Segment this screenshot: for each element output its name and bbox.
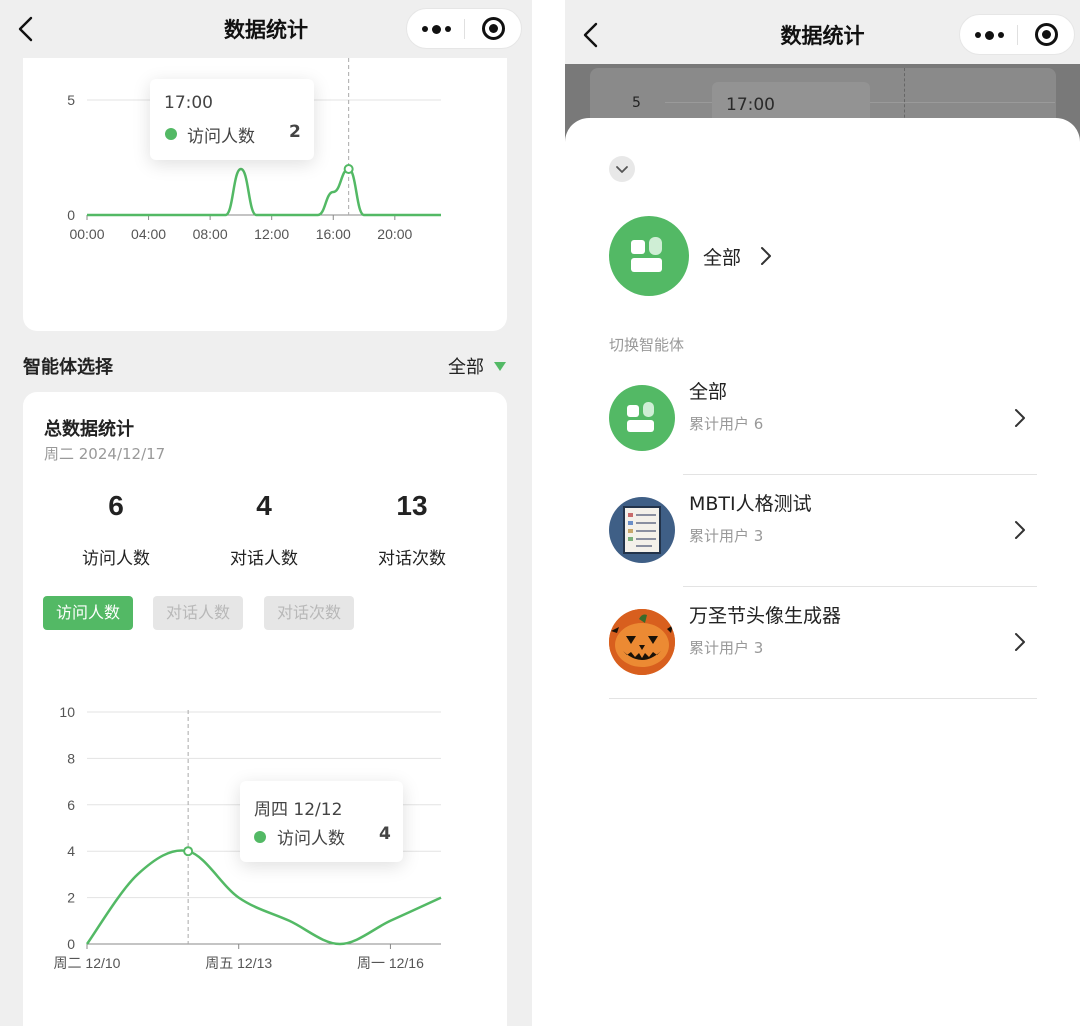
- daily-chart[interactable]: 0 2 4 6 8 10 周二 12/10 周五 12/13 周一 12/16: [23, 392, 507, 1012]
- mask-tooltip-time: 17:00: [726, 95, 775, 115]
- stats-screen: 数据统计 0 5 00:00 04:00 08:00 12:00 16:00 20:00 17…: [0, 0, 532, 1026]
- agent-users: 累计用户 3: [689, 639, 764, 657]
- tooltip-time: 17:00: [164, 93, 213, 113]
- x-tick-label: 周二 12/10: [54, 955, 121, 971]
- data-point: [183, 846, 194, 857]
- agent-name: MBTI人格测试: [689, 493, 812, 515]
- chart-tooltip: 17:00 访问人数 2: [150, 79, 314, 160]
- chevron-right-icon: [1015, 633, 1025, 651]
- x-tick-label: 12:00: [254, 226, 289, 242]
- mask-y-tick: 5: [632, 95, 641, 111]
- current-agent-name: 全部: [703, 247, 742, 269]
- tooltip-label: 访问人数: [187, 127, 255, 147]
- data-point: [343, 164, 354, 174]
- agent-select-value: 全部: [448, 357, 484, 378]
- chevron-down-icon: [616, 166, 628, 173]
- agent-select-title: 智能体选择: [23, 357, 113, 378]
- close-miniprogram-button[interactable]: [465, 9, 522, 48]
- list-title: 切换智能体: [609, 336, 685, 354]
- target-icon: [1035, 23, 1058, 46]
- tooltip-date: 周四 12/12: [254, 800, 343, 820]
- x-tick-label: 08:00: [193, 226, 228, 242]
- agent-item-halloween[interactable]: 万圣节头像生成器 累计用户 3: [609, 587, 1037, 699]
- x-tick-label: 04:00: [131, 226, 166, 242]
- agent-item-mbti[interactable]: MBTI人格测试 累计用户 3: [609, 475, 1037, 587]
- more-button[interactable]: [960, 15, 1017, 54]
- chevron-right-icon: [1015, 521, 1025, 539]
- y-tick-label: 8: [67, 750, 75, 766]
- menu-capsule: [406, 8, 522, 49]
- hourly-chart-card: 0 5 00:00 04:00 08:00 12:00 16:00 20:00 17:00 访…: [23, 20, 507, 331]
- x-tick-label: 周五 12/13: [205, 955, 272, 971]
- agent-name: 万圣节头像生成器: [689, 605, 842, 627]
- y-tick-label: 2: [67, 890, 75, 906]
- pumpkin-avatar: [609, 609, 675, 675]
- y-tick-label: 5: [67, 92, 75, 108]
- tooltip-value: 2: [289, 122, 301, 142]
- target-icon: [482, 17, 505, 40]
- chevron-left-icon: [18, 16, 33, 42]
- current-agent[interactable]: 全部: [609, 216, 809, 296]
- grid-icon: [627, 402, 654, 432]
- series-line: [87, 167, 441, 217]
- collapse-button[interactable]: [609, 156, 635, 182]
- menu-capsule: [959, 14, 1075, 55]
- y-tick-label: 10: [59, 704, 75, 720]
- agent-item-all[interactable]: 全部 累计用户 6: [609, 363, 1037, 475]
- grid-icon: [631, 237, 662, 272]
- x-tick-label: 周一 12/16: [357, 955, 424, 971]
- legend-dot-icon: [254, 831, 266, 843]
- back-button[interactable]: [12, 12, 42, 46]
- agent-select-dropdown[interactable]: 全部: [448, 353, 506, 378]
- agent-switch-screen: 5 17:00 数据统计 全部 切换智能体 全部 累计用户 6 MBTI人格测试…: [565, 0, 1080, 1026]
- chevron-right-icon: [1015, 409, 1025, 427]
- agent-users: 累计用户 6: [689, 415, 764, 433]
- tooltip-label: 访问人数: [277, 829, 345, 849]
- back-button[interactable]: [577, 18, 607, 52]
- hourly-chart[interactable]: 0 5 00:00 04:00 08:00 12:00 16:00 20:00: [23, 20, 507, 331]
- tooltip-value: 4: [379, 824, 391, 844]
- y-tick-label: 0: [67, 936, 75, 952]
- current-agent-avatar: [609, 216, 689, 296]
- total-stats-card: 总数据统计 周二 2024/12/17 6 访问人数 4 对话人数 13 对话次…: [23, 392, 507, 1026]
- daily-chart-tooltip: 周四 12/12 访问人数 4: [240, 781, 403, 862]
- agent-avatar: [609, 385, 675, 451]
- nav-bar: 数据统计: [565, 6, 1080, 64]
- y-tick-label: 4: [67, 843, 75, 859]
- nav-bar: 数据统计: [0, 0, 532, 58]
- x-tick-label: 20:00: [377, 226, 412, 242]
- close-miniprogram-button[interactable]: [1018, 15, 1075, 54]
- mbti-avatar: [609, 497, 675, 563]
- chevron-right-icon: [761, 247, 771, 265]
- chevron-left-icon: [583, 22, 598, 48]
- caret-down-icon: [494, 362, 506, 371]
- more-button[interactable]: [407, 9, 464, 48]
- x-tick-label: 00:00: [69, 226, 104, 242]
- agent-users: 累计用户 3: [689, 527, 764, 545]
- agent-switch-sheet: 全部 切换智能体 全部 累计用户 6 MBTI人格测试 累计用户 3 万圣节头像…: [565, 118, 1080, 1026]
- y-tick-label: 6: [67, 797, 75, 813]
- y-tick-label: 0: [67, 207, 75, 223]
- x-tick-label: 16:00: [316, 226, 351, 242]
- agent-name: 全部: [689, 381, 728, 403]
- legend-dot-icon: [165, 128, 177, 140]
